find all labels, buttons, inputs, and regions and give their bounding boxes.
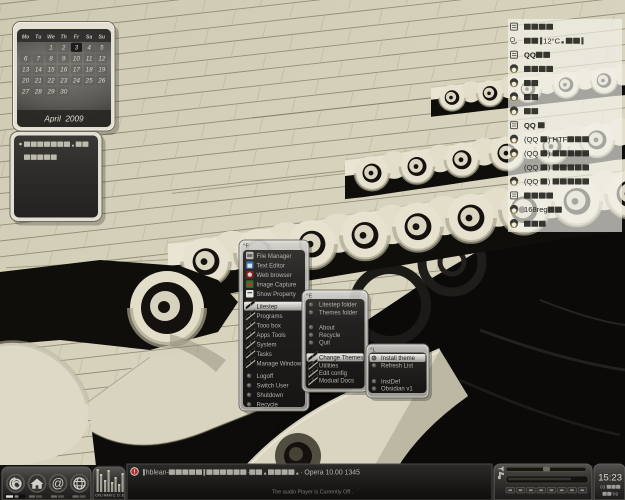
svg-text:Obsidian v1: Obsidian v1 bbox=[381, 387, 413, 393]
svg-text:Modual Docs: Modual Docs bbox=[319, 379, 354, 385]
svg-text:System: System bbox=[257, 343, 277, 349]
svg-text:1: 1 bbox=[49, 45, 53, 52]
svg-text:22: 22 bbox=[46, 78, 55, 85]
svg-text:Mo: Mo bbox=[22, 35, 30, 41]
svg-text:15: 15 bbox=[47, 67, 55, 74]
svg-text:25: 25 bbox=[85, 78, 94, 85]
svg-text:File Manager: File Manager bbox=[257, 254, 292, 260]
svg-text:Tooo box: Tooo box bbox=[257, 324, 281, 330]
svg-text:6: 6 bbox=[24, 56, 28, 63]
svg-text:Web browser: Web browser bbox=[257, 273, 292, 279]
svg-text:2: 2 bbox=[61, 45, 66, 52]
svg-text:20: 20 bbox=[21, 78, 30, 85]
svg-text:23: 23 bbox=[59, 78, 68, 85]
svg-text:26: 26 bbox=[97, 78, 106, 85]
svg-text:hblean-: hblean- bbox=[146, 470, 169, 477]
svg-text:Switch User: Switch User bbox=[257, 384, 289, 390]
svg-text:) HTF: ) HTF bbox=[548, 135, 568, 144]
svg-text:18: 18 bbox=[86, 67, 94, 74]
svg-text:Logoff: Logoff bbox=[257, 374, 274, 380]
svg-text:11: 11 bbox=[86, 56, 93, 63]
svg-text:^E: ^E bbox=[306, 294, 313, 300]
svg-text:(QQ: (QQ bbox=[524, 163, 538, 172]
svg-text:24: 24 bbox=[72, 78, 81, 85]
svg-text:Install theme: Install theme bbox=[381, 356, 416, 362]
svg-text:5: 5 bbox=[100, 45, 104, 52]
svg-text:'09: '09 bbox=[612, 492, 619, 498]
svg-text:Manage Windows: Manage Windows bbox=[257, 362, 305, 368]
svg-text:Apps Tools: Apps Tools bbox=[257, 333, 286, 339]
svg-text:Show Property: Show Property bbox=[257, 292, 296, 298]
svg-text:CPU RAM C: D: E:: CPU RAM C: D: E: bbox=[95, 494, 125, 498]
svg-text:· Opera 10.00 1345: · Opera 10.00 1345 bbox=[300, 470, 360, 477]
svg-text:7: 7 bbox=[37, 56, 41, 63]
svg-text:About: About bbox=[319, 325, 335, 331]
svg-text:Edit config: Edit config bbox=[319, 371, 347, 377]
svg-text:We: We bbox=[47, 35, 55, 41]
svg-text:Recycle: Recycle bbox=[257, 403, 279, 409]
svg-text:Recycle: Recycle bbox=[319, 333, 341, 339]
svg-text:8: 8 bbox=[49, 56, 53, 63]
svg-text:Tu: Tu bbox=[35, 35, 42, 41]
svg-text:Litestep: Litestep bbox=[257, 304, 279, 310]
svg-text:(QQ: (QQ bbox=[524, 149, 538, 158]
svg-text:Su: Su bbox=[98, 35, 105, 41]
svg-text:13: 13 bbox=[22, 67, 30, 74]
svg-text:Sa: Sa bbox=[86, 35, 92, 41]
svg-text:29: 29 bbox=[46, 89, 55, 96]
svg-text:16: 16 bbox=[60, 67, 68, 74]
svg-text:The audio Player is Currently: The audio Player is Currently Off . bbox=[272, 490, 353, 496]
svg-text:Programs: Programs bbox=[257, 314, 283, 320]
svg-text:03: 03 bbox=[600, 485, 606, 491]
svg-text:(QQ: (QQ bbox=[524, 135, 538, 144]
svg-text:Image Capture: Image Capture bbox=[257, 283, 297, 289]
svg-text:21: 21 bbox=[34, 78, 43, 85]
svg-text:April 2009: April 2009 bbox=[43, 115, 84, 124]
svg-text:QQ: QQ bbox=[524, 50, 536, 59]
svg-text:30: 30 bbox=[60, 89, 68, 96]
svg-text:19: 19 bbox=[98, 67, 106, 74]
svg-text:28: 28 bbox=[34, 89, 43, 96]
svg-text:Litestep folder: Litestep folder bbox=[319, 303, 357, 309]
svg-text:Shutdown: Shutdown bbox=[257, 393, 284, 399]
svg-text:4: 4 bbox=[87, 45, 91, 52]
svg-text:12: 12 bbox=[98, 56, 106, 63]
svg-text:Th: Th bbox=[61, 35, 67, 41]
svg-text:Refresh List: Refresh List bbox=[381, 364, 413, 370]
svg-text:Tasks: Tasks bbox=[257, 352, 272, 358]
svg-text:168reg: 168reg bbox=[524, 205, 548, 214]
svg-text:Change Themes: Change Themes bbox=[319, 356, 363, 362]
svg-text:Themes folder: Themes folder bbox=[319, 310, 357, 316]
svg-text:InstDef: InstDef bbox=[381, 379, 400, 385]
svg-text:10: 10 bbox=[73, 56, 81, 63]
svg-text:15:23: 15:23 bbox=[598, 473, 622, 484]
svg-text:QQ: QQ bbox=[524, 121, 536, 130]
svg-text:@: @ bbox=[52, 477, 65, 491]
svg-text:14: 14 bbox=[35, 67, 43, 74]
svg-text:·: · bbox=[247, 470, 249, 477]
svg-text:^F: ^F bbox=[243, 244, 250, 250]
svg-text:17: 17 bbox=[73, 67, 81, 74]
svg-text:Utilities: Utilities bbox=[319, 363, 338, 369]
svg-text:!: ! bbox=[134, 470, 136, 476]
svg-text:12°C: 12°C bbox=[543, 36, 560, 45]
svg-text:Quit: Quit bbox=[319, 341, 330, 347]
svg-text:9: 9 bbox=[62, 56, 66, 63]
svg-text:27: 27 bbox=[21, 89, 30, 96]
svg-text:Text Editor: Text Editor bbox=[257, 263, 285, 269]
svg-text:(QQ: (QQ bbox=[524, 177, 538, 186]
svg-text:3: 3 bbox=[75, 45, 79, 52]
